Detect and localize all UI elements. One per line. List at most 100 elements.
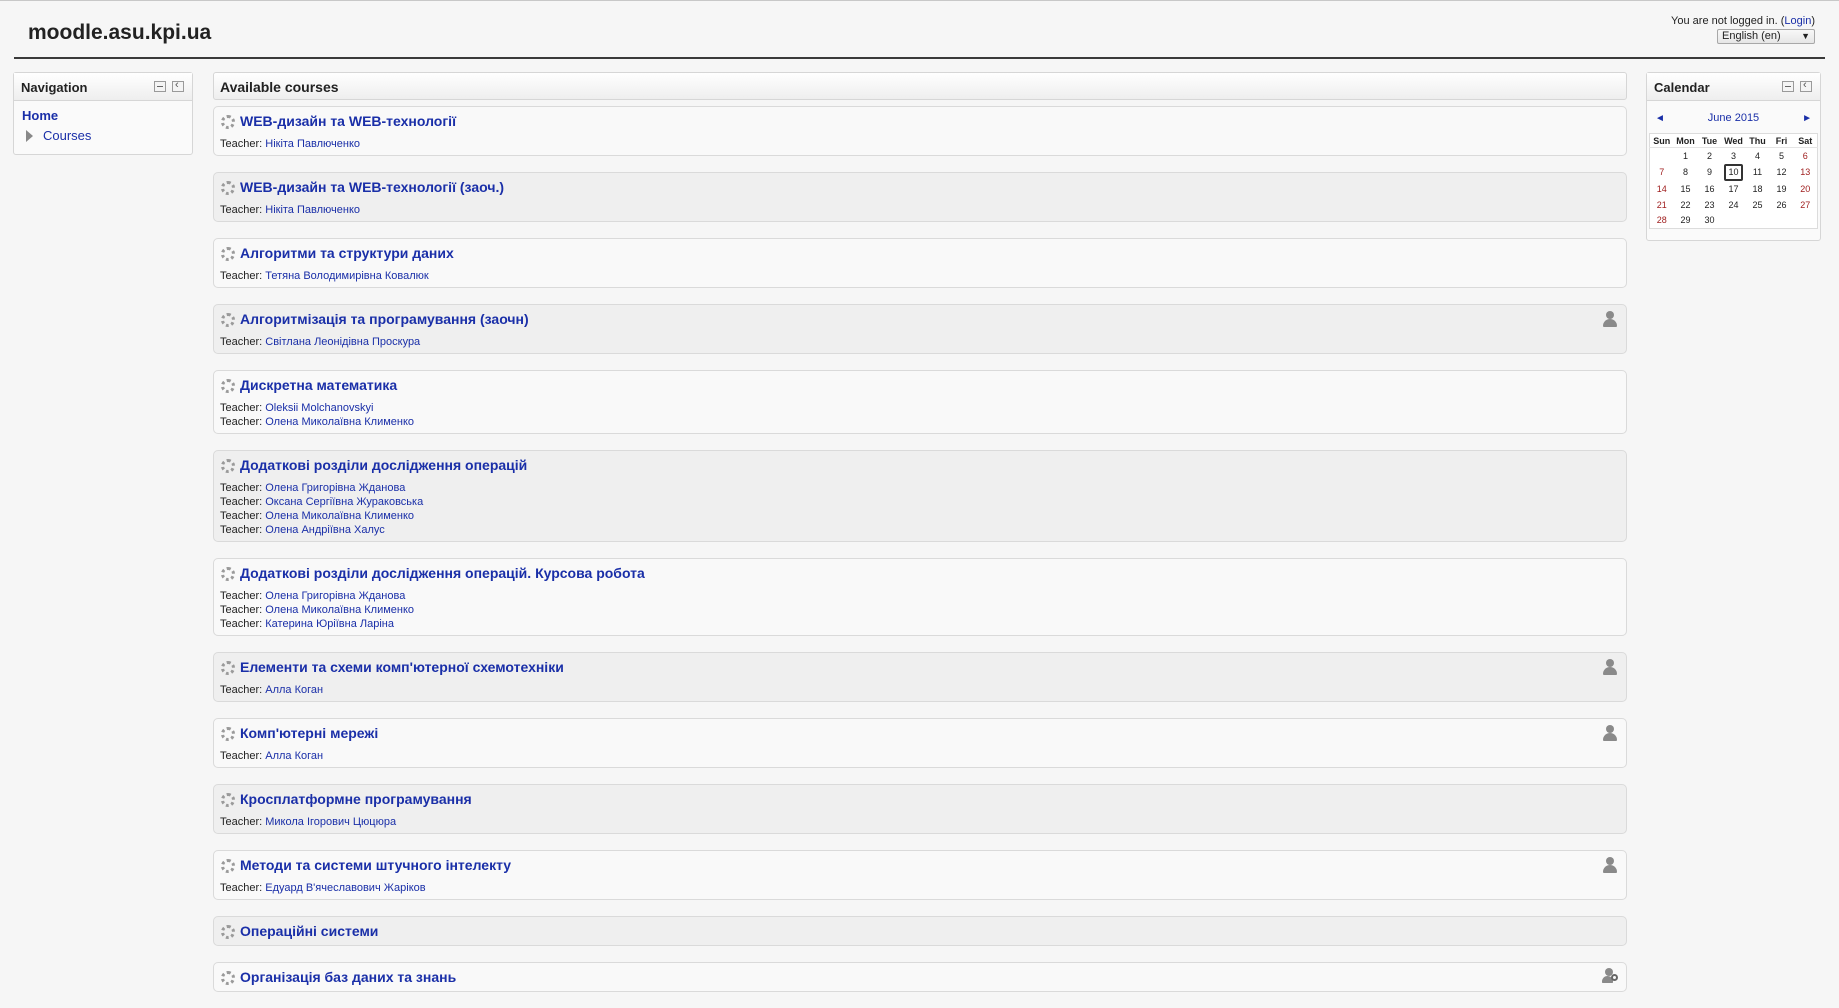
calendar-day[interactable]: 22 <box>1674 197 1698 213</box>
course-link[interactable]: Елементи та схеми комп'ютерної схемотехн… <box>240 659 564 675</box>
course-icon <box>221 567 235 581</box>
course-link[interactable]: WEB-дизайн та WEB-технології (заоч.) <box>240 179 504 195</box>
teacher-list: Teacher: Алла Коган <box>220 749 1620 763</box>
teacher-link[interactable]: Нікіта Павлюченко <box>265 204 360 216</box>
course-link[interactable]: WEB-дизайн та WEB-технології <box>240 113 456 129</box>
teacher-link[interactable]: Нікіта Павлюченко <box>265 138 360 150</box>
course-item: Комп'ютерні мережі Teacher: Алла Коган <box>213 718 1627 768</box>
calendar-day[interactable]: 21 <box>1650 197 1674 213</box>
calendar-day[interactable]: 19 <box>1770 181 1794 197</box>
calendar-day[interactable]: 26 <box>1770 197 1794 213</box>
course-link[interactable]: Алгоритмізація та програмування (заочн) <box>240 311 529 327</box>
teacher-list: Teacher: Світлана Леонідівна Проскура <box>220 335 1620 349</box>
calendar-day[interactable]: 17 <box>1722 181 1746 197</box>
next-month-icon[interactable]: ► <box>1802 113 1812 124</box>
course-link[interactable]: Методи та системи штучного інтелекту <box>240 857 511 873</box>
calendar-day[interactable]: 16 <box>1698 181 1722 197</box>
teacher-link[interactable]: Алла Коган <box>265 684 323 696</box>
nav-item-courses[interactable]: Courses <box>18 128 188 143</box>
calendar-day[interactable]: 15 <box>1674 181 1698 197</box>
teacher-link[interactable]: Oleksii Molchanovskyi <box>265 402 373 414</box>
calendar-day[interactable]: 10 <box>1722 163 1746 181</box>
teacher-link[interactable]: Олена Григорівна Жданова <box>265 590 405 602</box>
calendar-day[interactable]: 4 <box>1746 148 1770 164</box>
calendar-day[interactable]: 5 <box>1770 148 1794 164</box>
course-link[interactable]: Операційні системи <box>240 923 378 939</box>
dock-block-icon[interactable] <box>1800 79 1812 92</box>
teacher-link[interactable]: Олена Андріївна Халус <box>265 524 385 536</box>
calendar-day[interactable]: 7 <box>1650 164 1674 181</box>
teacher-link[interactable]: Олена Миколаївна Клименко <box>265 604 414 616</box>
calendar-day-header: Mon <box>1673 133 1698 148</box>
calendar-empty-cell <box>1794 213 1818 229</box>
language-selected-value: English (en) <box>1722 30 1781 42</box>
course-link[interactable]: Додаткові розділи дослідження операцій <box>240 457 527 473</box>
course-link[interactable]: Алгоритми та структури даних <box>240 245 454 261</box>
teacher-link[interactable]: Олена Григорівна Жданова <box>265 482 405 494</box>
course-name-row: Дискретна математика <box>220 376 1620 398</box>
calendar-day-header: Fri <box>1769 133 1794 148</box>
hide-block-icon[interactable] <box>1782 81 1794 92</box>
teacher-link[interactable]: Алла Коган <box>265 750 323 762</box>
calendar-today[interactable]: 10 <box>1724 163 1743 181</box>
course-link[interactable]: Дискретна математика <box>240 377 397 393</box>
teacher-row: Teacher: Оксана Сергіївна Жураковська <box>220 495 1620 509</box>
teacher-link[interactable]: Тетяна Володимирівна Ковалюк <box>265 270 429 282</box>
calendar-day[interactable]: 23 <box>1698 197 1722 213</box>
expand-arrow-icon[interactable] <box>26 130 33 142</box>
teacher-link[interactable]: Олена Миколаївна Клименко <box>265 510 414 522</box>
site-title[interactable]: moodle.asu.kpi.ua <box>28 21 211 45</box>
calendar-day[interactable]: 29 <box>1674 213 1698 229</box>
course-item: Додаткові розділи дослідження операцій Te… <box>213 450 1627 542</box>
language-select[interactable]: English (en) ▼ <box>1717 29 1815 44</box>
calendar-day-header: Tue <box>1697 133 1722 148</box>
calendar-month-link[interactable]: June 2015 <box>1647 112 1820 124</box>
course-item: Кросплатформне програмування Teacher: Мик… <box>213 784 1627 834</box>
calendar-week: 7 8 9 10 11 12 13 <box>1650 163 1818 181</box>
course-link[interactable]: Організація баз даних та знань <box>240 969 456 985</box>
calendar-day[interactable]: 11 <box>1746 164 1770 181</box>
teacher-link[interactable]: Микола Ігорович Цюцюра <box>265 816 396 828</box>
calendar-day[interactable]: 13 <box>1794 164 1818 181</box>
calendar-day[interactable]: 25 <box>1746 197 1770 213</box>
hide-block-icon[interactable] <box>154 81 166 92</box>
calendar-day[interactable]: 1 <box>1674 148 1698 164</box>
teacher-label: Teacher: <box>220 336 266 348</box>
calendar-day[interactable]: 24 <box>1722 197 1746 213</box>
course-link[interactable]: Комп'ютерні мережі <box>240 725 378 741</box>
login-link[interactable]: Login <box>1784 15 1811 27</box>
course-item: Додаткові розділи дослідження операцій. … <box>213 558 1627 636</box>
course-icon <box>221 313 235 327</box>
nav-item-home[interactable]: Home <box>22 108 188 123</box>
teacher-link[interactable]: Катерина Юріївна Ларіна <box>265 618 394 630</box>
calendar-day[interactable]: 30 <box>1698 213 1722 229</box>
calendar-day-header: Sun <box>1649 133 1674 148</box>
calendar-day[interactable]: 28 <box>1650 213 1674 229</box>
calendar-day[interactable]: 2 <box>1698 148 1722 164</box>
teacher-link[interactable]: Світлана Леонідівна Проскура <box>265 336 420 348</box>
calendar-day[interactable]: 14 <box>1650 181 1674 197</box>
navigation-title: Navigation <box>21 80 88 95</box>
calendar-day[interactable]: 6 <box>1794 148 1818 164</box>
teacher-link[interactable]: Оксана Сергіївна Жураковська <box>265 496 423 508</box>
teacher-link[interactable]: Олена Миколаївна Клименко <box>265 416 414 428</box>
calendar-day[interactable]: 18 <box>1746 181 1770 197</box>
navigation-block: Navigation Home Courses <box>13 72 193 155</box>
teacher-row: Teacher: Нікіта Павлюченко <box>220 203 1620 217</box>
course-link[interactable]: Кросплатформне програмування <box>240 791 472 807</box>
calendar-day[interactable]: 9 <box>1698 164 1722 181</box>
nav-item-courses-label[interactable]: Courses <box>43 128 91 143</box>
course-link[interactable]: Додаткові розділи дослідження операцій. … <box>240 565 645 581</box>
teacher-link[interactable]: Едуард В'ячеславович Жаріков <box>265 882 425 894</box>
calendar-day[interactable]: 8 <box>1674 164 1698 181</box>
course-icon <box>221 181 235 195</box>
teacher-label: Teacher: <box>220 138 266 150</box>
calendar-day[interactable]: 27 <box>1794 197 1818 213</box>
calendar-day[interactable]: 20 <box>1794 181 1818 197</box>
calendar-day[interactable]: 12 <box>1770 164 1794 181</box>
calendar-title: Calendar <box>1654 80 1710 95</box>
calendar-day[interactable]: 3 <box>1722 148 1746 164</box>
teacher-row: Teacher: Нікіта Павлюченко <box>220 137 1620 151</box>
teacher-row: Teacher: Oleksii Molchanovskyi <box>220 401 1620 415</box>
dock-block-icon[interactable] <box>172 79 184 92</box>
